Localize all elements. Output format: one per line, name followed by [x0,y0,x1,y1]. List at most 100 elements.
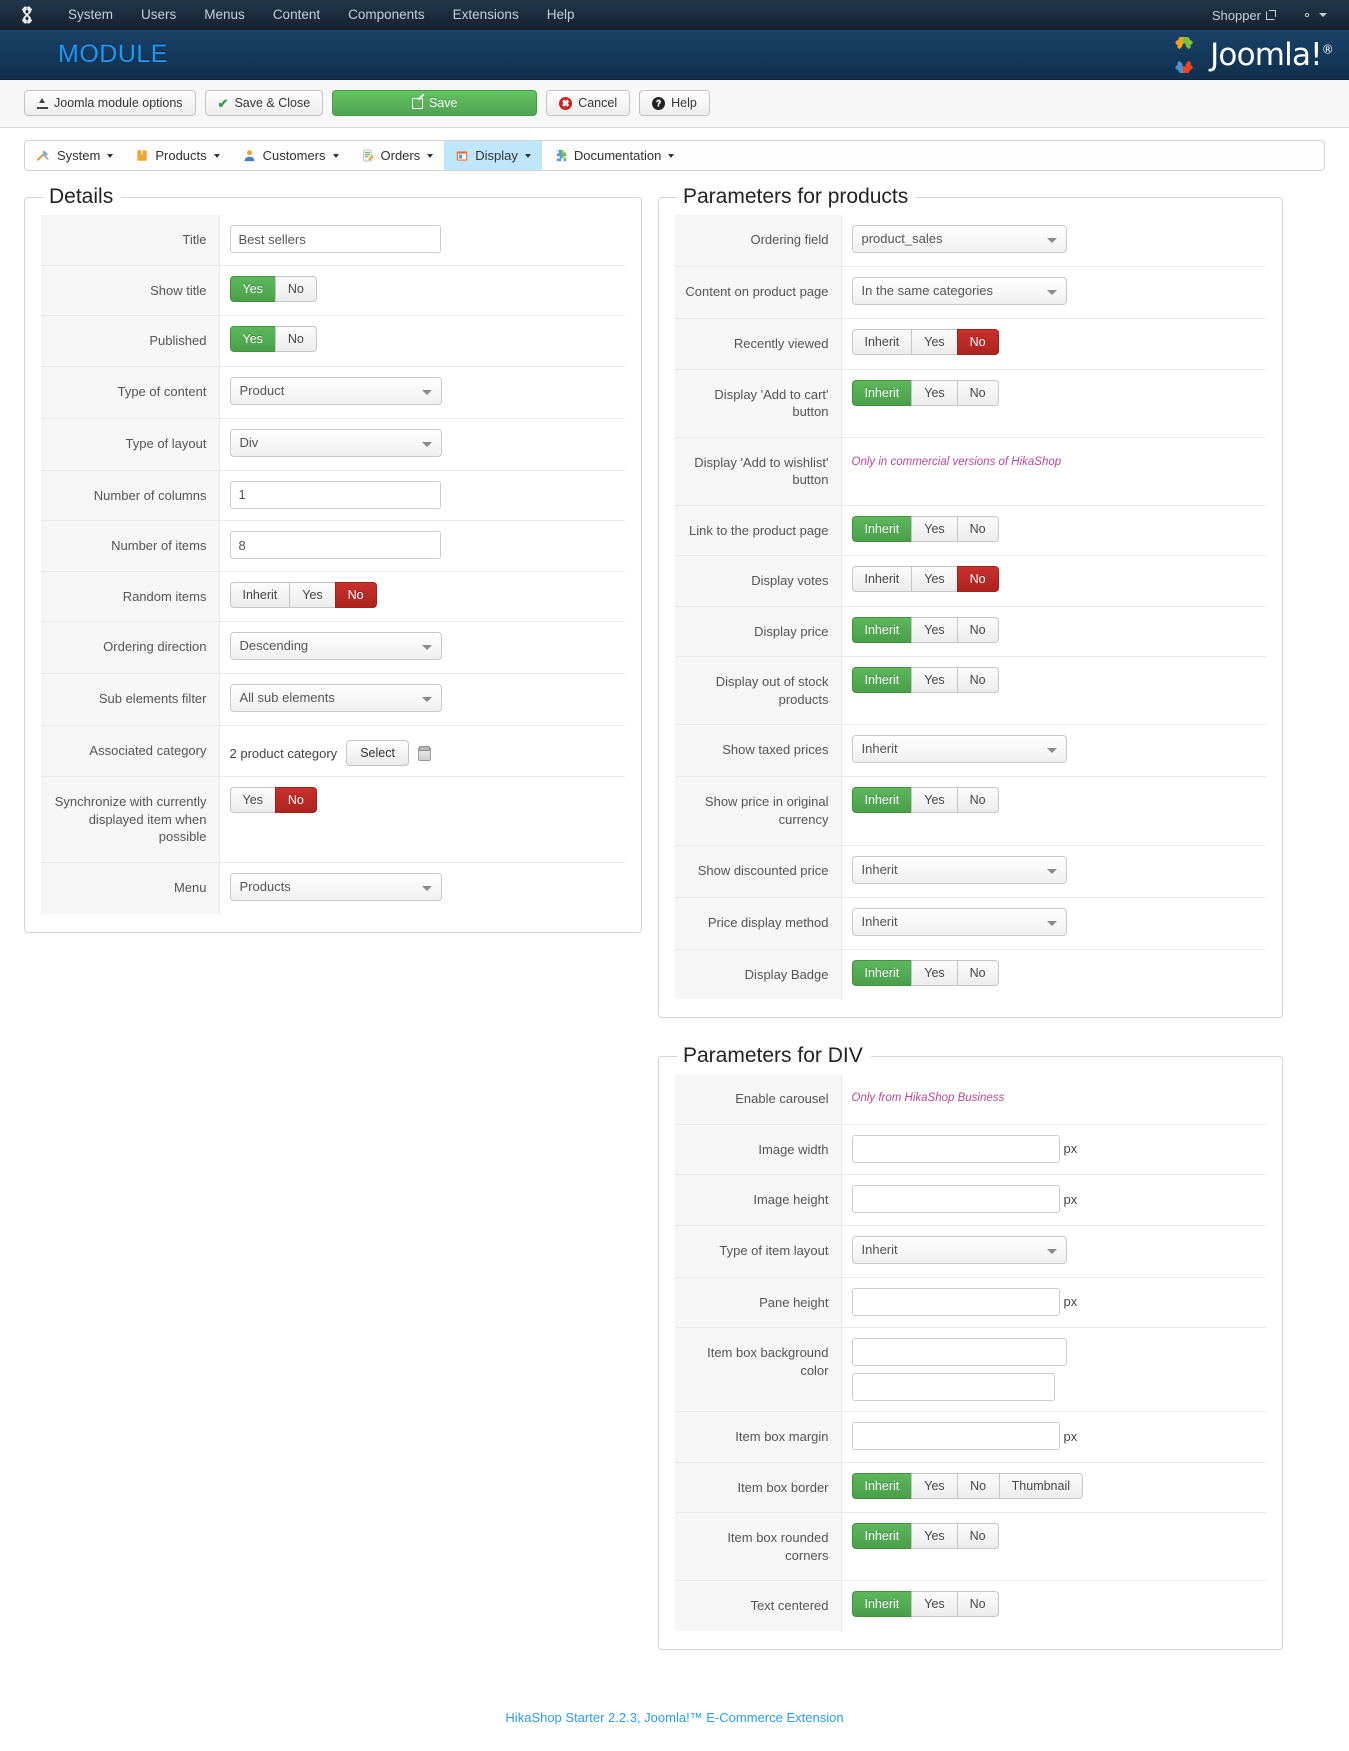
image-height-input[interactable] [851,1185,1060,1214]
hika-menu-products[interactable]: Products [124,141,230,170]
display-votes-yes[interactable]: Yes [911,566,957,593]
trash-icon[interactable] [417,745,431,761]
show-taxed-prices-select[interactable]: Inherit [851,735,1067,764]
hika-menu-system-label: System [57,148,101,163]
menu-select[interactable]: Products [229,872,442,901]
display-out-of-stock-yes[interactable]: Yes [911,667,957,694]
recently-viewed-toggle: Inherit Yes No [851,329,999,355]
link-to-product-page-inherit[interactable]: Inherit [851,515,912,542]
form-row-sub-elements-filter: Sub elements filter All sub elements [41,673,625,726]
form-row-ordering-direction: Ordering direction Descending [41,621,625,674]
item-box-background-color-picker-input[interactable] [851,1373,1055,1402]
div-params-form: Enable carousel Only from HikaShop Busin… [675,1074,1266,1632]
chevron-down-icon [427,153,434,158]
number-of-columns-input[interactable] [229,480,441,509]
item-box-rounded-corners-inherit[interactable]: Inherit [851,1523,912,1550]
display-badge-inherit[interactable]: Inherit [851,959,912,986]
text-centered-yes[interactable]: Yes [911,1591,957,1618]
display-add-to-cart-inherit[interactable]: Inherit [851,379,912,406]
show-title-no[interactable]: No [274,275,317,302]
nav-item-system[interactable]: System [54,0,127,30]
cancel-button[interactable]: ✖ Cancel [546,90,631,116]
item-box-border-no[interactable]: No [956,1472,999,1499]
display-out-of-stock-no[interactable]: No [956,667,999,694]
page-header: MODULE Joomla!® [0,30,1349,80]
nav-item-components[interactable]: Components [334,0,439,30]
text-centered-no[interactable]: No [956,1591,999,1618]
pane-height-input[interactable] [851,1287,1060,1316]
recently-viewed-yes[interactable]: Yes [911,329,957,355]
form-row-image-width: Image width px [675,1124,1266,1175]
item-box-border-yes[interactable]: Yes [911,1472,957,1499]
item-box-margin-input[interactable] [851,1422,1060,1451]
link-to-product-page-yes[interactable]: Yes [911,515,957,542]
display-votes-inherit[interactable]: Inherit [851,566,912,593]
joomla-module-options-button[interactable]: Joomla module options [24,90,196,116]
hika-menu-orders[interactable]: Orders [350,141,445,170]
hika-menu-customers-label: Customers [262,148,326,163]
link-to-product-page-no[interactable]: No [956,515,999,542]
published-yes[interactable]: Yes [229,326,275,353]
nav-item-content[interactable]: Content [259,0,334,30]
random-items-no[interactable]: No [334,581,377,608]
synchronize-yes[interactable]: Yes [229,787,275,814]
nav-item-menus[interactable]: Menus [190,0,259,30]
image-width-input[interactable] [851,1134,1060,1163]
display-price-no[interactable]: No [956,616,999,643]
hika-menu-system[interactable]: System [25,141,124,170]
type-of-layout-select[interactable]: Div [229,428,442,457]
joomla-logo-icon[interactable] [18,6,36,24]
help-button[interactable]: ? Help [639,90,710,116]
sub-elements-filter-select[interactable]: All sub elements [229,684,442,713]
save-label: Save [428,96,458,110]
recently-viewed-inherit[interactable]: Inherit [851,329,912,355]
item-box-rounded-corners-yes[interactable]: Yes [911,1523,957,1550]
show-price-original-currency-no[interactable]: No [956,787,999,814]
hika-menu-display[interactable]: Display [444,141,542,170]
show-price-original-currency-inherit[interactable]: Inherit [851,787,912,814]
site-preview-link[interactable]: Shopper [1206,8,1282,23]
display-out-of-stock-inherit[interactable]: Inherit [851,667,912,694]
item-box-background-color-input[interactable] [851,1338,1067,1367]
synchronize-no[interactable]: No [274,787,317,814]
random-items-inherit[interactable]: Inherit [229,581,290,608]
item-box-border-thumbnail[interactable]: Thumbnail [998,1472,1084,1499]
admin-settings-menu[interactable] [1286,8,1335,22]
display-price-inherit[interactable]: Inherit [851,616,912,643]
cancel-circle-icon: ✖ [559,96,573,110]
display-votes-no[interactable]: No [956,566,999,593]
display-add-to-cart-yes[interactable]: Yes [911,379,957,406]
nav-item-extensions[interactable]: Extensions [439,0,533,30]
display-badge-yes[interactable]: Yes [911,959,957,986]
item-box-border-inherit[interactable]: Inherit [851,1472,912,1499]
hika-menu-customers[interactable]: Customers [231,141,350,170]
ordering-direction-select[interactable]: Descending [229,632,442,661]
nav-item-users[interactable]: Users [127,0,190,30]
show-price-original-currency-yes[interactable]: Yes [911,787,957,814]
show-discounted-price-select[interactable]: Inherit [851,855,1067,884]
hika-menu-documentation[interactable]: Documentation [542,141,685,170]
published-no[interactable]: No [274,326,317,353]
show-title-yes[interactable]: Yes [229,275,275,302]
nav-item-help[interactable]: Help [533,0,589,30]
ordering-field-select[interactable]: product_sales [851,225,1067,253]
title-input[interactable] [229,225,441,253]
save-and-close-button[interactable]: ✔ Save & Close [204,90,324,116]
price-display-method-select[interactable]: Inherit [851,907,1067,936]
display-badge-no[interactable]: No [956,959,999,986]
save-button[interactable]: Save [332,90,538,116]
display-add-to-cart-no[interactable]: No [956,379,999,406]
content-on-product-page-select[interactable]: In the same categories [851,277,1067,305]
recently-viewed-no[interactable]: No [956,329,999,355]
type-of-content-select[interactable]: Product [229,376,442,405]
form-row-published: Published Yes No [41,315,625,367]
display-price-yes[interactable]: Yes [911,616,957,643]
text-centered-inherit[interactable]: Inherit [851,1591,912,1618]
type-of-item-layout-select[interactable]: Inherit [851,1235,1067,1264]
number-of-items-input[interactable] [229,531,441,560]
window-icon [457,150,468,161]
random-items-yes[interactable]: Yes [289,581,335,608]
item-box-rounded-corners-no[interactable]: No [956,1523,999,1550]
select-category-button[interactable]: Select [346,740,409,767]
hikashop-version-link[interactable]: HikaShop Starter 2.2.3, Joomla!™ E-Comme… [505,1710,843,1725]
